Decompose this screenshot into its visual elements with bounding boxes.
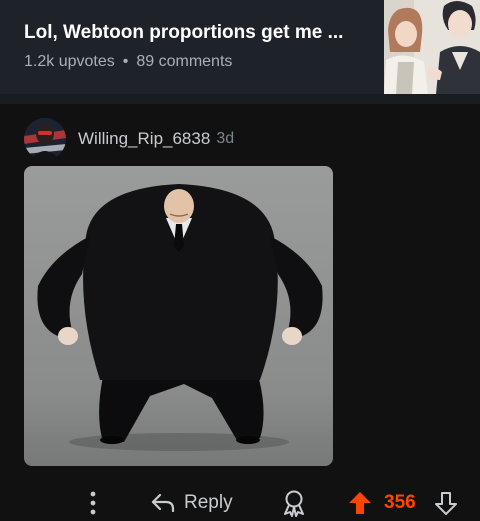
post-thumbnail[interactable] xyxy=(384,0,480,94)
more-options-icon[interactable] xyxy=(86,490,100,516)
comment-score: 356 xyxy=(384,492,416,513)
comment-age: 3d xyxy=(216,130,235,147)
user-avatar[interactable] xyxy=(24,118,66,160)
post-header[interactable]: Lol, Webtoon proportions get me ... 1.2k… xyxy=(0,0,480,94)
reply-button[interactable]: Reply xyxy=(150,488,233,518)
meta-separator: • xyxy=(122,53,129,70)
post-upvotes: 1.2k upvotes xyxy=(24,53,115,70)
downvote-arrow-icon[interactable] xyxy=(434,490,458,516)
post-title[interactable]: Lol, Webtoon proportions get me ... xyxy=(24,22,369,44)
comment-image[interactable] xyxy=(24,166,333,466)
post-comments-count: 89 comments xyxy=(136,53,233,70)
comment-header: Willing_Rip_6838 3d xyxy=(24,118,234,160)
post-meta: 1.2k upvotes • 89 comments xyxy=(24,53,232,71)
section-divider xyxy=(0,94,480,104)
comment-action-bar: Reply 356 xyxy=(0,482,480,521)
reply-label: Reply xyxy=(184,492,233,513)
comment-username[interactable]: Willing_Rip_6838 xyxy=(78,129,210,149)
award-icon[interactable] xyxy=(282,489,306,517)
upvote-arrow-icon[interactable] xyxy=(348,490,372,516)
reply-arrow-icon xyxy=(151,493,175,513)
